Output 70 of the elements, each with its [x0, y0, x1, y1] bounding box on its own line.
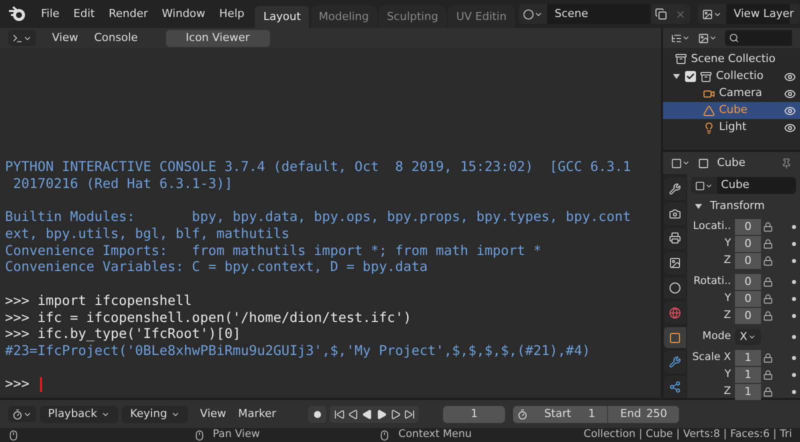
number-field[interactable]: 1 [735, 367, 761, 383]
menu-item[interactable]: Console [94, 30, 138, 46]
item-label: Camera [719, 85, 764, 102]
field-label: Start [544, 406, 572, 422]
menu-item[interactable]: File [34, 6, 66, 22]
outliner-item[interactable]: Collectio [663, 68, 800, 85]
property-label: Y [724, 236, 732, 252]
menu-dropdown[interactable]: Keying [122, 406, 188, 422]
field-value: 250 [646, 406, 668, 422]
workspace-tab[interactable]: UV Editin [448, 6, 515, 28]
menu-item[interactable]: View [52, 30, 78, 46]
property-label: Scale X [691, 350, 732, 366]
number-field[interactable]: 0 [735, 219, 761, 235]
menu-item[interactable]: Render [102, 6, 155, 22]
number-field[interactable]: 0 [735, 274, 761, 290]
status-hint: Pan View [212, 427, 260, 442]
current-frame-field[interactable]: 1 [443, 406, 506, 422]
property-label: Y [724, 291, 732, 306]
status-hint: Context Menu [398, 427, 472, 442]
scene-collection-label: Scene Collectio [691, 50, 776, 67]
item-label: Cube [719, 102, 748, 118]
outliner-item[interactable]: Light [663, 119, 800, 136]
item-label: Collectio [716, 68, 764, 84]
number-field[interactable]: 0 [735, 253, 761, 269]
number-field[interactable]: 0 [735, 236, 761, 252]
console-line: Convenience Variables: C = bpy.context, D = bpy.data [5, 259, 428, 276]
number-field[interactable]: 0 [735, 291, 761, 307]
property-label: Y [724, 367, 732, 382]
workspace-tab[interactable]: Layout [255, 6, 309, 28]
property-label: Z [722, 384, 732, 400]
workspace-tab[interactable]: Sculpting [378, 6, 446, 28]
workspace-tab[interactable]: Modeling [310, 6, 377, 28]
console-line: #23=IfcProject('0BLe8xhwPBiRmu9u2GUIj3',$,'My Project',$,$,$,$,(#21),#4) [5, 342, 590, 360]
console-line: >>> import ifcopenshell [5, 292, 192, 310]
status-info: Collection | Cube | Verts:8 | Faces:6 | Tri [584, 427, 792, 442]
number-field[interactable]: 1 [735, 350, 761, 366]
outliner-item[interactable]: Cube [663, 102, 800, 119]
field-value: 1 [588, 406, 596, 422]
console-line: ext, bpy.utils, bgl, blf, mathutils [5, 226, 290, 243]
console-prompt: >>> [5, 376, 30, 393]
menu-item[interactable]: Edit [66, 6, 102, 22]
console-line: PYTHON INTERACTIVE CONSOLE 3.7.4 (default, Oct 8 2019, 15:23:02) [GCC 6.3.1 [5, 159, 631, 176]
console-line: >>> ifc.by_type('IfcRoot')[0] [5, 326, 241, 343]
end-frame-field[interactable]: End 250 [607, 406, 680, 422]
field-label: End [620, 406, 642, 422]
console-line: >>> ifc = ifcopenshell.open('/home/dion/test.ifc') [5, 310, 412, 326]
property-label: Mode [701, 329, 732, 344]
console-line: 20170216 (Red Hat 6.3.1-3)] [12, 176, 233, 193]
property-label: Z [722, 308, 732, 324]
menu-item[interactable]: View [200, 406, 226, 422]
console-line: Convenience Imports: from mathutils import *; from math import * [5, 242, 542, 260]
transform-panel-header[interactable]: Transform [691, 198, 796, 214]
outliner-item[interactable]: Camera [663, 85, 800, 102]
start-frame-field[interactable]: Start 1 [532, 406, 608, 422]
object-name-field[interactable]: Cube [717, 177, 796, 194]
console-line: Builtin Modules: bpy, bpy.data, bpy.ops, bpy.props, bpy.types, bpy.cont [5, 209, 631, 226]
property-label: Locati.. [692, 219, 732, 234]
property-label: Z [722, 253, 732, 268]
number-field[interactable]: 0 [735, 308, 761, 324]
scene-field[interactable]: Scene [546, 4, 651, 24]
icon-viewer-button[interactable]: Icon Viewer [166, 30, 270, 46]
mode-dropdown[interactable]: X [735, 329, 761, 345]
menu-dropdown[interactable]: Playback [40, 406, 118, 422]
property-label: Rotati.. [692, 274, 732, 290]
item-label: Light [719, 119, 748, 136]
menu-item[interactable]: Window [154, 6, 212, 22]
menu-item[interactable]: Help [212, 6, 252, 22]
number-field[interactable]: 1 [735, 384, 761, 400]
menu-item[interactable]: Marker [238, 406, 276, 422]
properties-title: Cube [717, 154, 746, 171]
